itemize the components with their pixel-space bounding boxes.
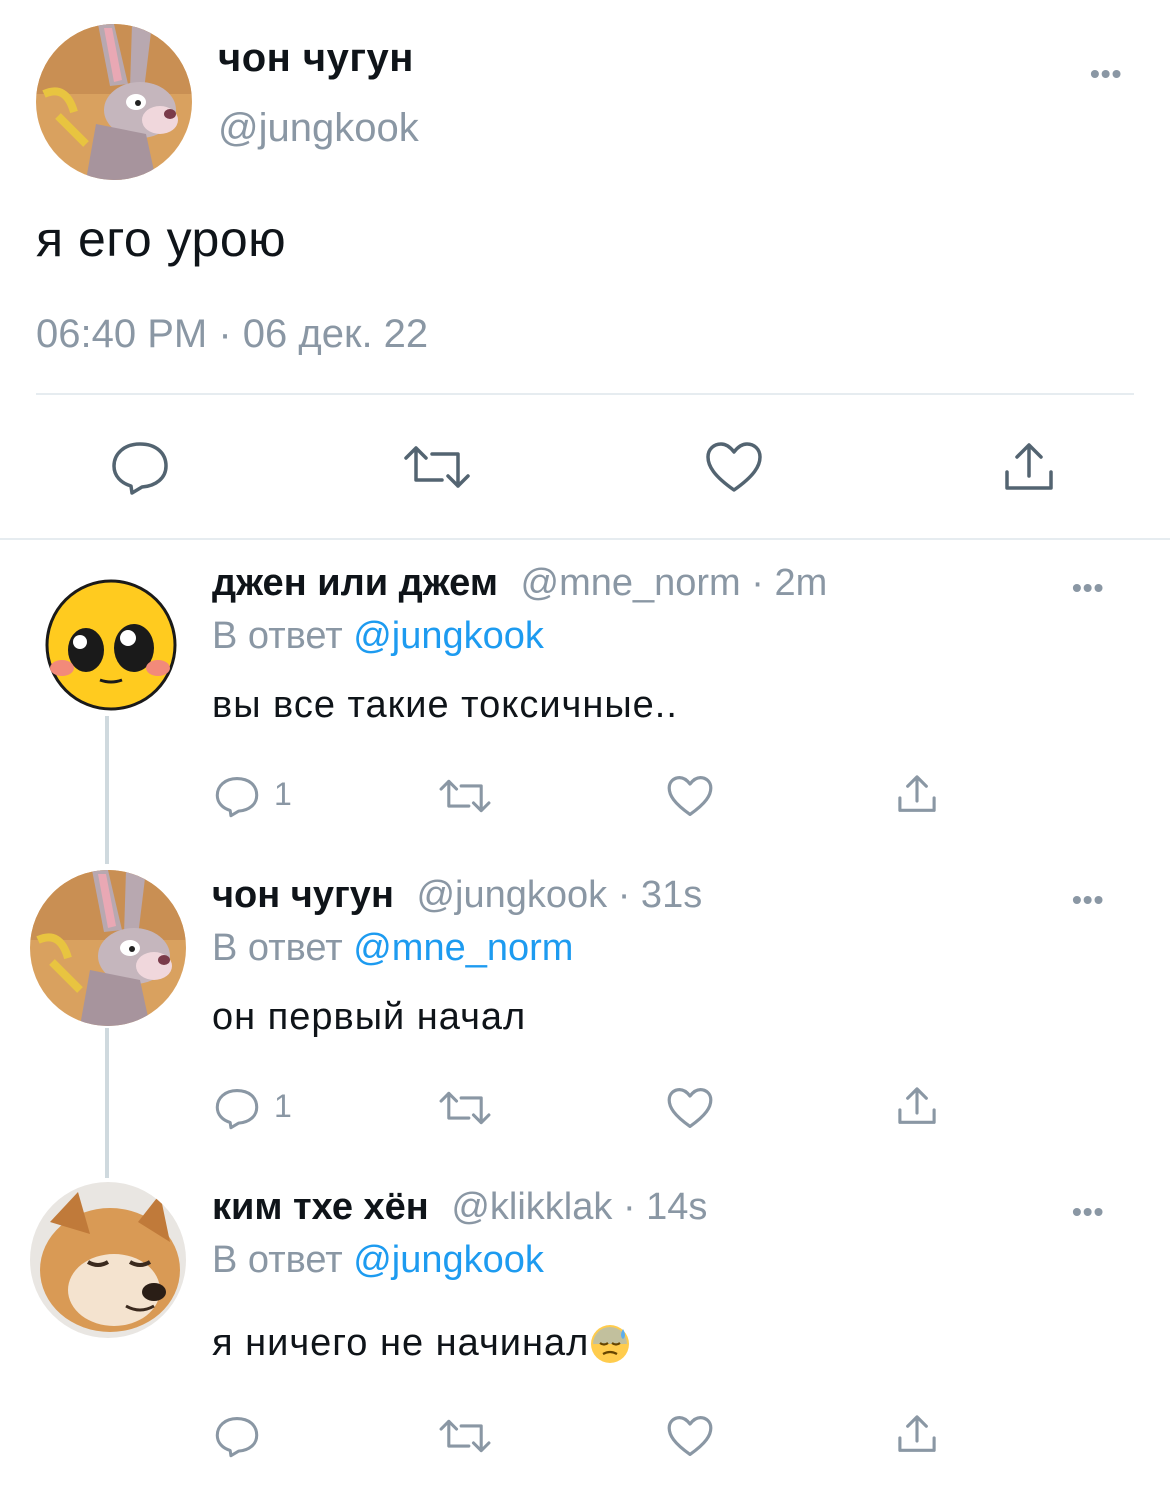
like-icon[interactable] xyxy=(666,1086,714,1130)
reply-time: · 2m xyxy=(751,562,828,604)
avatar[interactable] xyxy=(36,24,192,180)
author-handle[interactable]: @jungkook xyxy=(218,106,419,151)
divider xyxy=(36,393,1134,395)
author-name[interactable]: чон чугун xyxy=(212,874,394,916)
author-name[interactable]: джен или джем xyxy=(212,562,498,604)
avatar[interactable] xyxy=(30,1182,186,1338)
reply-header: чон чугун @jungkook · 31s xyxy=(212,874,702,917)
reply-icon[interactable] xyxy=(214,1086,260,1130)
share-icon[interactable] xyxy=(1002,440,1056,494)
share-icon[interactable] xyxy=(896,772,938,816)
reply-prefix: В ответ xyxy=(212,1239,343,1281)
share-icon[interactable] xyxy=(896,1084,938,1128)
reply-text: вы все такие токсичные.. xyxy=(212,684,678,726)
reply-to-link[interactable]: @mne_norm xyxy=(353,927,573,969)
reply-time: · 31s xyxy=(617,874,703,916)
author-handle[interactable]: @mne_norm xyxy=(521,562,741,604)
retweet-icon[interactable] xyxy=(438,1418,492,1454)
like-icon[interactable] xyxy=(666,774,714,818)
downcast-sweat-emoji-icon xyxy=(591,1324,630,1363)
reply-text-row: я ничего не начинал xyxy=(212,1322,631,1365)
more-options-icon[interactable]: ••• xyxy=(1072,884,1104,916)
reply-prefix: В ответ xyxy=(212,927,343,969)
reply-count: 1 xyxy=(274,1088,292,1124)
like-icon[interactable] xyxy=(704,440,764,494)
thread-line xyxy=(105,1028,109,1178)
author-name[interactable]: чон чугун xyxy=(218,36,414,81)
reply-to-line: В ответ @jungkook xyxy=(212,615,544,658)
author-handle[interactable]: @jungkook xyxy=(416,874,607,916)
author-name[interactable]: ким тхе хён xyxy=(212,1186,429,1228)
reply-to-line: В ответ @mne_norm xyxy=(212,927,573,970)
reply-count: 1 xyxy=(274,776,292,812)
avatar[interactable] xyxy=(30,870,186,1026)
more-options-icon[interactable]: ••• xyxy=(1072,1196,1104,1228)
retweet-icon[interactable] xyxy=(438,1090,492,1126)
author-handle[interactable]: @klikklak xyxy=(451,1186,612,1228)
reply-header: ким тхе хён @klikklak · 14s xyxy=(212,1186,707,1229)
avatar[interactable] xyxy=(40,572,182,714)
like-icon[interactable] xyxy=(666,1414,714,1458)
share-icon[interactable] xyxy=(896,1412,938,1456)
more-options-icon[interactable]: ••• xyxy=(1072,572,1104,604)
retweet-icon[interactable] xyxy=(438,778,492,814)
divider xyxy=(0,538,1170,540)
reply-icon[interactable] xyxy=(214,1414,260,1458)
tweet-timestamp: 06:40 PM · 06 дек. 22 xyxy=(36,312,429,356)
thread-line xyxy=(105,716,109,864)
reply-icon[interactable] xyxy=(214,774,260,818)
reply-header: джен или джем @mne_norm · 2m xyxy=(212,562,827,605)
reply-prefix: В ответ xyxy=(212,615,343,657)
reply-icon[interactable] xyxy=(110,438,170,496)
reply-to-link[interactable]: @jungkook xyxy=(353,615,544,657)
reply-to-link[interactable]: @jungkook xyxy=(353,1239,544,1281)
reply-time: · 14s xyxy=(622,1186,708,1228)
more-options-icon[interactable]: ••• xyxy=(1090,58,1122,90)
reply-to-line: В ответ @jungkook xyxy=(212,1239,544,1282)
tweet-text: я его урою xyxy=(36,211,287,267)
reply-text: я ничего не начинал xyxy=(212,1322,590,1364)
reply-text: он первый начал xyxy=(212,996,527,1038)
retweet-icon[interactable] xyxy=(402,444,472,490)
